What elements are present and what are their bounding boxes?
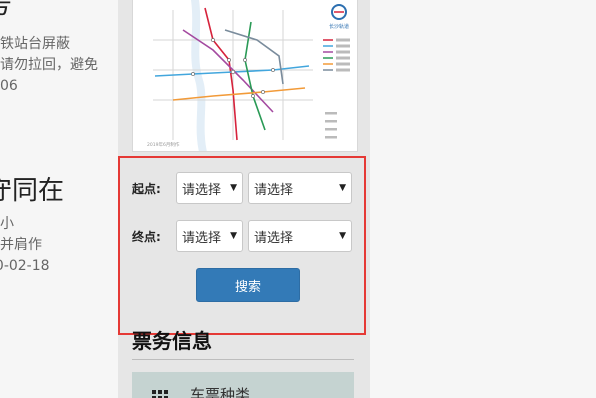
- news-summary-line: 地铁站台屏蔽: [0, 36, 70, 52]
- page: 号 地铁站台屏蔽 ，请勿拉回，避免 2-06 守同在 全小 手并肩作 20-02…: [0, 0, 596, 398]
- ticket-item-ticket-types[interactable]: 车票种类: [132, 372, 354, 398]
- destination-station-select[interactable]: 请选择 ▼: [248, 220, 352, 252]
- news-item[interactable]: 守同在 全小 手并肩作 20-02-18: [0, 176, 64, 277]
- news-date: 2-06: [0, 78, 18, 94]
- destination-label: 终点:: [132, 229, 161, 244]
- article-list: 号 地铁站台屏蔽 ，请勿拉回，避免 2-06 守同在 全小 手并肩作 20-02…: [0, 0, 118, 398]
- news-summary-line: 全小: [0, 216, 14, 232]
- destination-line-select[interactable]: 请选择 ▼: [176, 220, 243, 252]
- select-value: 请选择: [182, 230, 222, 246]
- news-title[interactable]: 守同在: [0, 176, 64, 206]
- destination-row: 终点: 请选择 ▼ 请选择 ▼: [132, 220, 352, 252]
- chevron-down-icon: ▼: [230, 183, 237, 193]
- select-value: 请选择: [254, 182, 294, 198]
- select-value: 请选择: [182, 182, 222, 198]
- chevron-down-icon: ▼: [339, 231, 346, 241]
- ticket-info-heading: 票务信息: [132, 329, 212, 353]
- news-summary-line: ，请勿拉回，避免: [0, 57, 98, 73]
- divider: [132, 359, 354, 360]
- route-search-panel: 起点: 请选择 ▼ 请选择 ▼ 终点: 请选择 ▼ 请选择 ▼ 搜索: [118, 156, 366, 335]
- select-value: 请选择: [254, 230, 294, 246]
- metro-map[interactable]: 长沙轨道 2019年6月制作: [132, 0, 358, 152]
- metro-map-graphic: 长沙轨道 2019年6月制作: [147, 0, 350, 151]
- origin-line-select[interactable]: 请选择 ▼: [176, 172, 243, 204]
- news-title[interactable]: 号: [0, 0, 98, 20]
- news-date: 20-02-18: [0, 258, 50, 274]
- sidebar: 长沙轨道 2019年6月制作 起点: 请选择 ▼ 请选择 ▼ 终点: 请选择 ▼…: [118, 0, 370, 398]
- map-logo-text: 长沙轨道: [329, 23, 349, 30]
- search-button[interactable]: 搜索: [196, 268, 300, 302]
- chevron-down-icon: ▼: [339, 183, 346, 193]
- origin-station-select[interactable]: 请选择 ▼: [248, 172, 352, 204]
- map-footer-text: 2019年6月制作: [147, 141, 180, 148]
- news-summary-line: 手并肩作: [0, 237, 42, 253]
- chevron-down-icon: ▼: [230, 231, 237, 241]
- origin-row: 起点: 请选择 ▼ 请选择 ▼: [132, 172, 352, 204]
- ticket-item-label: 车票种类: [190, 386, 251, 398]
- origin-label: 起点:: [132, 181, 161, 196]
- grid-icon: [152, 390, 168, 398]
- news-item[interactable]: 号 地铁站台屏蔽 ，请勿拉回，避免 2-06: [0, 0, 98, 97]
